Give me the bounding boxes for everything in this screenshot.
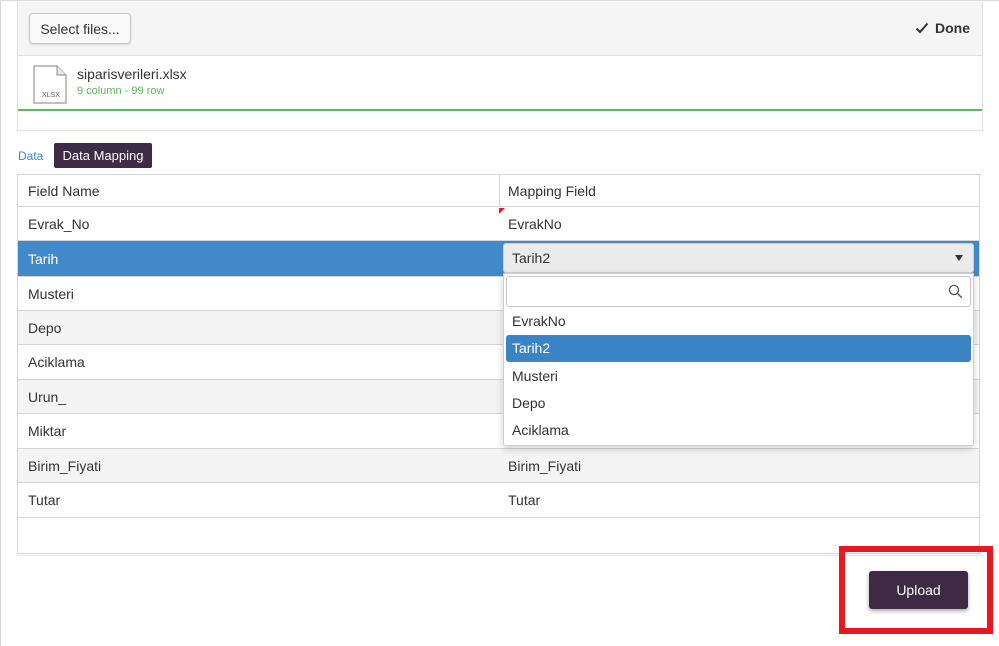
column-header-mapping-field[interactable]: Mapping Field — [500, 175, 980, 207]
dropdown-popup: EvrakNo Tarih2 Musteri Depo Aciklama — [503, 273, 974, 446]
mapping-field-dropdown[interactable]: Tarih2 — [503, 243, 974, 273]
select-files-button[interactable]: Select files... — [29, 13, 131, 44]
tab-data-mapping[interactable]: Data Mapping — [54, 143, 152, 168]
dropdown-option[interactable]: Musteri — [506, 363, 971, 390]
field-name-cell: Musteri — [28, 285, 74, 302]
table-row[interactable]: Evrak_No EvrakNo — [18, 208, 979, 241]
file-name: siparisverileri.xlsx — [77, 66, 187, 82]
dropdown-search-input[interactable] — [507, 277, 937, 306]
field-name-cell: Evrak_No — [28, 216, 90, 232]
dropdown-value: Tarih2 — [512, 250, 551, 266]
upload-progress-bar — [18, 109, 982, 111]
caret-down-icon[interactable] — [955, 255, 963, 261]
checkmark-icon — [915, 22, 929, 34]
grid-header: Field Name Mapping Field — [18, 175, 979, 207]
upload-toolbar: Select files... Done — [18, 2, 982, 56]
field-name-cell: Birim_Fiyati — [28, 457, 102, 474]
field-name-cell: Miktar — [28, 423, 67, 439]
xlsx-file-icon: .XLSX — [33, 65, 67, 104]
table-row[interactable]: Tutar Tutar — [18, 483, 979, 518]
mapping-field-cell[interactable]: Tutar — [500, 483, 980, 517]
file-meta: 9 column - 99 row — [77, 85, 165, 97]
field-name-cell: Tutar — [28, 492, 61, 508]
table-row[interactable]: Birim_Fiyati Birim_Fiyati — [18, 449, 979, 483]
dropdown-search-box[interactable] — [506, 276, 971, 307]
file-ext-text: .XLSX — [40, 92, 60, 99]
field-name-cell: Tarih — [28, 250, 59, 267]
tab-data[interactable]: Data — [18, 149, 43, 163]
field-name-cell: Depo — [28, 319, 62, 336]
dropdown-option[interactable]: Depo — [506, 390, 971, 417]
mapping-field-cell[interactable]: EvrakNo — [500, 208, 980, 240]
dropdown-option-selected[interactable]: Tarih2 — [506, 335, 971, 362]
mapping-field-cell[interactable]: Birim_Fiyati — [500, 449, 980, 482]
dropdown-option[interactable]: EvrakNo — [506, 308, 971, 335]
field-name-cell: Urun_ — [28, 388, 67, 405]
column-header-field-name[interactable]: Field Name — [18, 175, 500, 207]
done-label: Done — [935, 20, 970, 36]
file-list-item: .XLSX siparisverileri.xlsx 9 column - 99… — [18, 57, 982, 112]
upload-button[interactable]: Upload — [869, 571, 968, 609]
search-icon — [948, 284, 963, 299]
field-name-cell: Aciklama — [28, 354, 85, 370]
done-status: Done — [915, 20, 970, 36]
upload-panel: Select files... Done .XLSX siparisverile… — [17, 2, 983, 131]
dropdown-option[interactable]: Aciklama — [506, 417, 971, 444]
